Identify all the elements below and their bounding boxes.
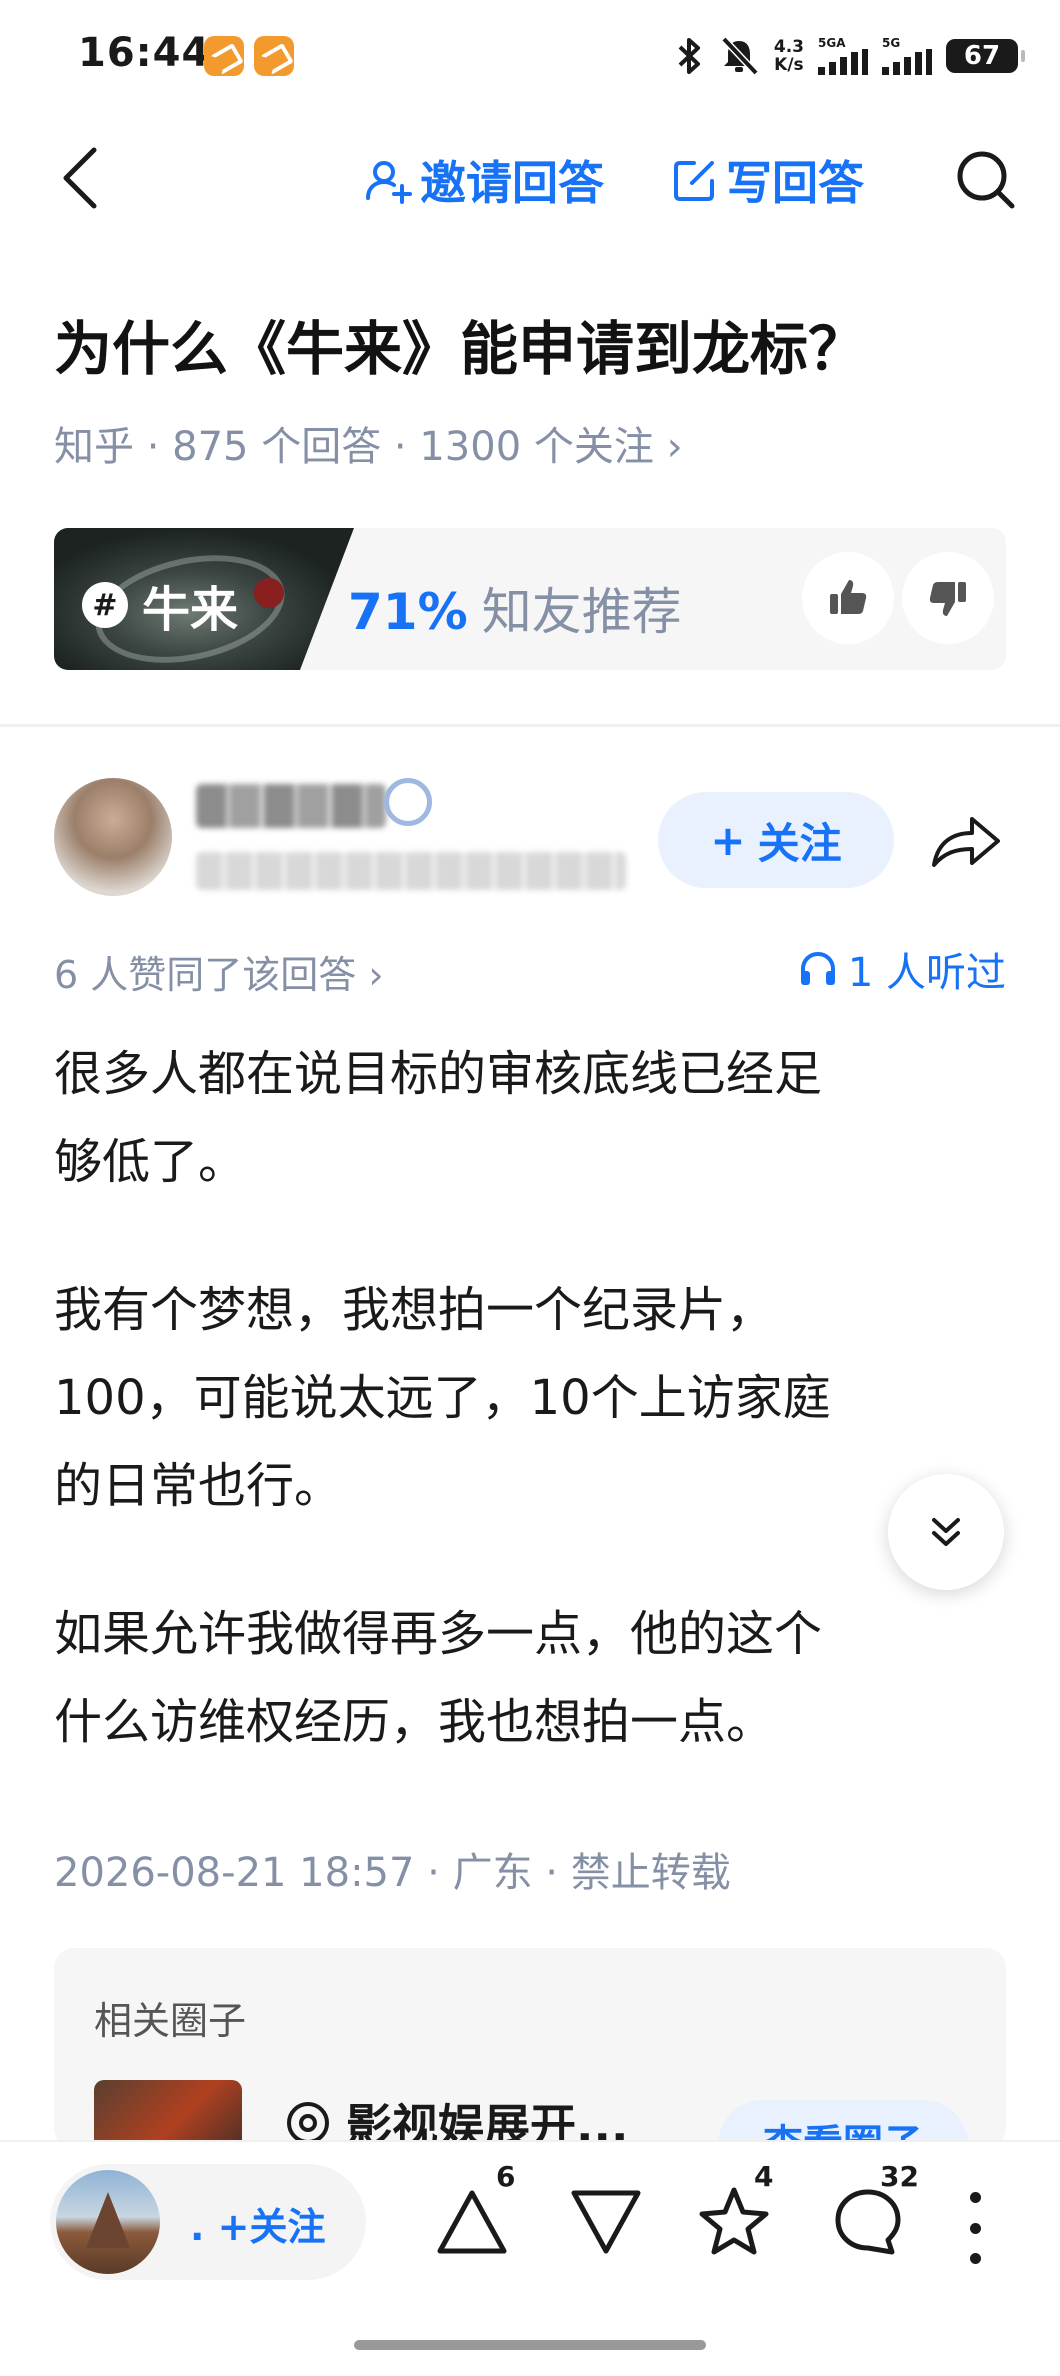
- bottom-action-bar: . +关注 6 4 32: [0, 2140, 1060, 2376]
- recommend-percent: 71%: [348, 583, 468, 641]
- bottom-follow-label: +关注: [217, 2205, 326, 2249]
- recommend-text: 知友推荐: [481, 583, 682, 641]
- comment-button[interactable]: [828, 2182, 908, 2262]
- thumbs-up-icon: [830, 580, 867, 614]
- listen-summary[interactable]: 1 人听过: [798, 940, 1006, 998]
- author-avatar[interactable]: [54, 778, 172, 896]
- vote-summary[interactable]: 6 人赞同了该回答 ›: [54, 944, 384, 999]
- follow-label: 关注: [757, 818, 842, 868]
- topic-card[interactable]: # 牛来 71% 知友推荐: [54, 528, 1006, 670]
- status-time: 16:44: [78, 30, 211, 76]
- upvote-count: 6: [496, 2160, 516, 2193]
- write-answer-label: 写回答: [726, 156, 864, 210]
- mute-icon: [721, 36, 759, 76]
- related-circle-card[interactable]: 相关圈子 影视娱展开... 查看圈子: [54, 1948, 1006, 2148]
- signal-bars-icon: [818, 49, 868, 75]
- favorite-button[interactable]: [694, 2182, 774, 2262]
- answer-meta: 2026-08-21 18:57 · 广东 · 禁止转载: [54, 1850, 731, 1896]
- signal-bars-icon: [882, 49, 932, 75]
- comment-count: 32: [880, 2160, 919, 2193]
- answer-paragraph: 如果允许我做得再多一点，他的这个 什么访维权经历，我也想拍一点。: [54, 1606, 823, 1750]
- more-dot: [969, 2222, 981, 2234]
- triangle-down-icon: [571, 2190, 641, 2254]
- plus-icon: +: [710, 815, 746, 865]
- write-answer-button[interactable]: 写回答: [672, 150, 864, 210]
- section-divider: [0, 724, 1060, 727]
- battery-indicator: 67: [946, 39, 1025, 73]
- listen-text: 1 人听过: [847, 950, 1006, 996]
- favorite-count: 4: [754, 2160, 774, 2193]
- more-dot: [969, 2253, 981, 2264]
- recommend-rate: 71% 知友推荐: [348, 572, 682, 644]
- app-notification-icon: [204, 36, 244, 76]
- bottom-follow-button[interactable]: . +关注: [190, 2196, 326, 2251]
- status-icons: 4.3 K/s 5GA 5G 67: [674, 32, 1025, 80]
- network-speed-unit: K/s: [774, 55, 804, 75]
- question-title[interactable]: 为什么《牛来》能申请到龙标？: [54, 302, 866, 386]
- more-dot: [969, 2192, 981, 2203]
- star-icon: [699, 2187, 769, 2255]
- collapse-expand-button[interactable]: [888, 1474, 1004, 1590]
- answer-paragraph: 我有个梦想，我想拍一个纪录片， 100，可能说太远了，10个上访家庭 的日常也行…: [54, 1282, 831, 1514]
- thumbs-up-button[interactable]: [802, 552, 894, 644]
- search-icon: [957, 151, 1015, 209]
- thumbs-down-icon: [929, 582, 966, 616]
- answer-paragraph: 很多人都在说目标的审核底线已经足 够低了。: [54, 1046, 823, 1190]
- topic-tag[interactable]: # 牛来: [82, 570, 238, 640]
- hashtag-icon: #: [82, 582, 128, 628]
- network-speed-value: 4.3: [773, 37, 804, 57]
- follow-author-button[interactable]: + 关注: [658, 792, 894, 888]
- upvote-button[interactable]: [432, 2182, 512, 2262]
- double-chevron-down-icon: [932, 1518, 960, 1546]
- triangle-up-icon: [437, 2190, 507, 2254]
- invite-user-icon: [366, 161, 412, 204]
- edit-icon: [674, 161, 714, 201]
- signal-sim1: 5GA: [818, 37, 868, 75]
- bluetooth-icon: [678, 38, 700, 74]
- search-button[interactable]: [950, 144, 1022, 216]
- author-avatar-small[interactable]: [56, 2170, 160, 2274]
- topic-name: 牛来: [142, 582, 239, 638]
- verified-badge-icon: [384, 778, 432, 826]
- follow-pill[interactable]: . +关注: [50, 2164, 366, 2280]
- author-bio-blurred: [196, 852, 626, 890]
- share-arrow-icon: [932, 817, 1000, 867]
- signal-sim2: 5G: [882, 37, 932, 75]
- sim1-label: 5GA: [818, 36, 846, 50]
- downvote-button[interactable]: [566, 2182, 646, 2262]
- author-name-blurred[interactable]: [196, 784, 386, 828]
- question-meta[interactable]: 知乎 · 875 个回答 · 1300 个关注 ›: [54, 414, 683, 472]
- chevron-left-icon: [63, 147, 97, 209]
- network-speed: 4.3 K/s: [774, 38, 804, 74]
- home-indicator[interactable]: [354, 2340, 706, 2350]
- comment-bubble-icon: [835, 2189, 901, 2255]
- app-notification-icon: [254, 36, 294, 76]
- sim2-label: 5G: [882, 36, 901, 50]
- circle-thumbnail: [94, 2080, 242, 2148]
- invite-answer-label: 邀请回答: [420, 156, 604, 210]
- nav-bar: 邀请回答 写回答: [0, 130, 1060, 230]
- headphones-icon: [800, 951, 835, 985]
- status-bar: 16:44 4.3 K/s 5GA 5G 67: [0, 0, 1060, 116]
- invite-answer-button[interactable]: 邀请回答: [364, 150, 604, 210]
- related-circle-title: 相关圈子: [94, 1999, 247, 2043]
- answer-content: 很多人都在说目标的审核底线已经足 够低了。 我有个梦想，我想拍一个纪录片， 10…: [54, 1030, 994, 1766]
- more-options-button[interactable]: [960, 2192, 990, 2264]
- share-button[interactable]: [924, 806, 1008, 876]
- back-button[interactable]: [50, 147, 110, 209]
- thumbs-down-button[interactable]: [902, 552, 994, 644]
- follow-dot: .: [190, 2205, 205, 2249]
